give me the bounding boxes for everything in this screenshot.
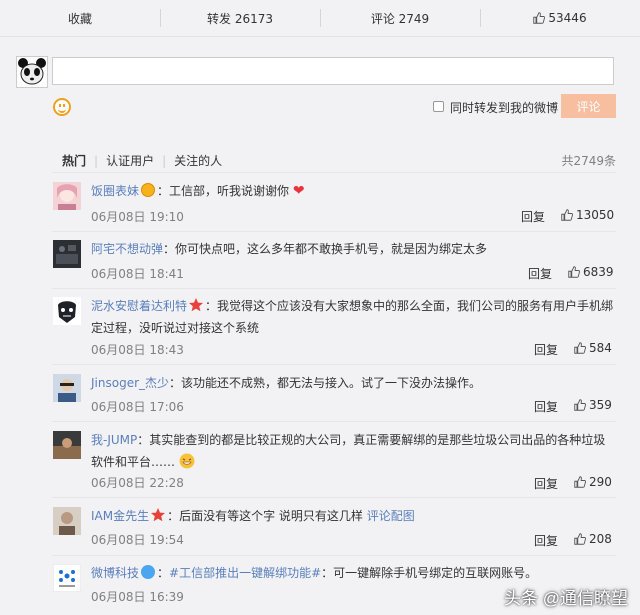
comment-text: IAM金先生 ：后面没有等这个字 说明只有这几样 评论配图 <box>91 505 616 527</box>
avatar[interactable] <box>53 182 81 210</box>
thumb-up-icon <box>574 476 586 488</box>
thumb-up-icon <box>533 12 546 24</box>
reply-button[interactable]: 回复 <box>534 398 558 415</box>
comment-divider <box>52 288 616 289</box>
repost-checkbox-label: 同时转发到我的微博 <box>450 101 559 115</box>
like-button[interactable]: 290 <box>574 475 612 489</box>
comment-total: 共2749条 <box>561 154 616 168</box>
gold-v-badge-icon <box>141 183 156 197</box>
comment-text: 微博科技 ：#工信部推出一键解绑功能#：可一键解除手机号绑定的互联网账号。 <box>91 562 616 584</box>
repost-button[interactable]: 转发 26173 <box>160 0 320 36</box>
comment-username[interactable]: 微博科技 <box>91 566 139 580</box>
red-star-badge-icon <box>189 298 204 312</box>
repost-label: 转发 26173 <box>207 11 273 26</box>
comment-username[interactable]: 我-JUMP <box>91 433 137 447</box>
thumb-up-icon <box>574 399 586 411</box>
like-button[interactable]: 584 <box>574 341 612 355</box>
repost-checkbox[interactable] <box>433 101 444 112</box>
blue-v-badge-icon <box>141 565 156 579</box>
comment-divider <box>52 364 616 365</box>
like-button[interactable]: 359 <box>574 398 612 412</box>
like-count: 6839 <box>583 265 614 279</box>
red-star-badge-icon <box>151 508 166 522</box>
thumb-up-icon <box>574 533 586 545</box>
panda-avatar-icon <box>17 57 47 87</box>
comment-time: 06月08日 19:54 <box>91 533 184 547</box>
comment-divider <box>52 421 616 422</box>
like-count: 359 <box>589 398 612 412</box>
watermark: 头条 @通信瞭望 <box>504 589 628 608</box>
tab-separator: | <box>94 153 99 168</box>
comment-divider <box>52 497 616 498</box>
like-count: 53446 <box>548 11 587 25</box>
like-count: 13050 <box>576 208 615 222</box>
divider <box>52 172 616 173</box>
like-count: 290 <box>589 475 612 489</box>
grin-emoji-icon <box>179 453 195 469</box>
comment-text: 泥水安慰着达利特 ：我觉得这个应该没有大家想象中的那么全面，我们公司的服务有用户手… <box>91 295 616 339</box>
comment-text: 饭圈表妹 ：工信部，听我说谢谢你 ❤ <box>91 180 616 202</box>
like-button[interactable]: 13050 <box>561 208 614 222</box>
thumb-up-icon <box>568 266 580 278</box>
comment-button[interactable]: 评论 2749 <box>320 0 480 36</box>
comment-username[interactable]: Jinsoger_杰少 <box>91 376 169 390</box>
avatar[interactable] <box>53 297 81 325</box>
favorite-button[interactable]: 收藏 <box>0 0 160 36</box>
comment-filter-tabs: 热门 | 认证用户 | 关注的人 <box>62 152 222 169</box>
my-avatar[interactable] <box>16 56 48 88</box>
reply-button[interactable]: 回复 <box>534 475 558 492</box>
reply-button[interactable]: 回复 <box>534 532 558 549</box>
comment-time: 06月08日 17:06 <box>91 400 184 414</box>
comment-text: Jinsoger_杰少：该功能还不成熟，都无法与接入。试了一下没办法操作。 <box>91 372 616 394</box>
like-button[interactable]: 208 <box>574 532 612 546</box>
like-count: 584 <box>589 341 612 355</box>
reply-button[interactable]: 回复 <box>528 265 552 282</box>
like-count: 208 <box>589 532 612 546</box>
comment-body: ：其实能查到的都是比较正规的大公司，真正需要解绑的是那些垃圾公司出品的各种垃圾软… <box>91 433 606 469</box>
comment-body: ：该功能还不成熟，都无法与接入。试了一下没办法操作。 <box>169 376 482 390</box>
reply-button[interactable]: 回复 <box>521 208 545 225</box>
comment-divider <box>52 555 616 556</box>
comment-username[interactable]: IAM金先生 <box>91 509 149 523</box>
thumb-up-icon <box>561 209 573 221</box>
hashtag-link[interactable]: #工信部推出一键解绑功能# <box>169 566 321 580</box>
like-button[interactable]: 53446 <box>480 0 640 36</box>
tab-hot[interactable]: 热门 <box>62 152 86 169</box>
favorite-label: 收藏 <box>67 11 92 26</box>
reply-button[interactable]: 回复 <box>534 341 558 358</box>
tab-following[interactable]: 关注的人 <box>174 152 222 169</box>
avatar[interactable] <box>53 431 81 459</box>
comment-body: ：你可快点吧，这么多年都不敢换手机号，就是因为绑定太多 <box>163 242 488 256</box>
comment-time: 06月08日 18:43 <box>91 343 184 357</box>
avatar[interactable] <box>53 374 81 402</box>
comment-body: ：工信部，听我说谢谢你 <box>157 184 290 198</box>
stats-bar: 收藏 转发 26173 评论 2749 53446 <box>0 0 640 37</box>
avatar[interactable] <box>53 240 81 268</box>
comment-time: 06月08日 16:39 <box>91 590 184 604</box>
comment-time: 06月08日 19:10 <box>91 210 184 224</box>
emoji-icon[interactable] <box>53 98 71 116</box>
comment-image-link[interactable]: 评论配图 <box>367 509 415 523</box>
comment-text: 阿宅不想动弹：你可快点吧，这么多年都不敢换手机号，就是因为绑定太多 <box>91 238 616 260</box>
comment-body: ：可一键解除手机号绑定的互联网账号。 <box>321 566 538 580</box>
submit-comment-button[interactable]: 评论 <box>561 94 616 118</box>
avatar[interactable] <box>53 564 81 592</box>
comment-divider <box>52 231 616 232</box>
comment-input[interactable] <box>52 57 614 85</box>
tab-verified[interactable]: 认证用户 <box>106 152 154 169</box>
avatar[interactable] <box>53 507 81 535</box>
comment-text: 我-JUMP：其实能查到的都是比较正规的大公司，真正需要解绑的是那些垃圾公司出品… <box>91 429 616 473</box>
comment-username[interactable]: 泥水安慰着达利特 <box>91 299 187 313</box>
comment-prefix: ： <box>157 566 170 580</box>
comment-time: 06月08日 18:41 <box>91 267 184 281</box>
like-button[interactable]: 6839 <box>568 265 614 279</box>
comment-username[interactable]: 阿宅不想动弹 <box>91 242 163 256</box>
tab-separator: | <box>162 153 167 168</box>
red-heart-icon: ❤ <box>292 183 305 199</box>
thumb-up-icon <box>574 342 586 354</box>
comment-body: ：后面没有等这个字 说明只有这几样 <box>167 509 367 523</box>
comment-time: 06月08日 22:28 <box>91 476 184 490</box>
comment-label: 评论 2749 <box>370 11 430 26</box>
comment-username[interactable]: 饭圈表妹 <box>91 184 139 198</box>
